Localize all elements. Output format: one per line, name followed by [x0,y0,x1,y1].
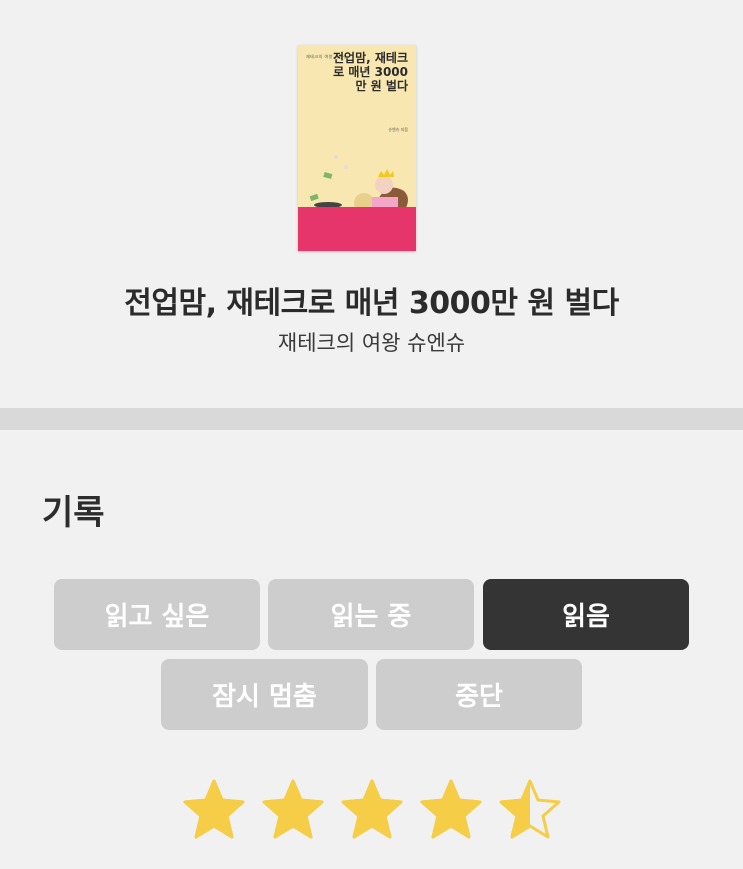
status-button-stopped[interactable]: 중단 [376,659,582,730]
star-full-icon[interactable] [182,778,246,840]
book-cover[interactable]: 재테크의 여왕 슈엔슈 전업맘, 재테크로 매년 3000만 원 벌다 슈엔슈 … [298,45,416,251]
status-button-read[interactable]: 읽음 [483,579,689,650]
status-button-want-to-read[interactable]: 읽고 싶은 [54,579,260,650]
book-title: 전업맘, 재테크로 매년 3000만 원 벌다 [124,286,619,321]
status-button-paused[interactable]: 잠시 멈춤 [161,659,368,730]
star-half-icon[interactable] [498,778,562,840]
star-full-icon[interactable] [261,778,325,840]
star-full-icon[interactable] [419,778,483,840]
star-rating[interactable] [182,778,562,840]
cover-band [298,207,416,251]
book-author: 재테크의 여왕 슈엔슈 [277,331,466,355]
section-divider [0,408,743,430]
record-section-title: 기록 [42,493,105,533]
star-full-icon[interactable] [340,778,404,840]
status-button-reading[interactable]: 읽는 중 [268,579,474,650]
